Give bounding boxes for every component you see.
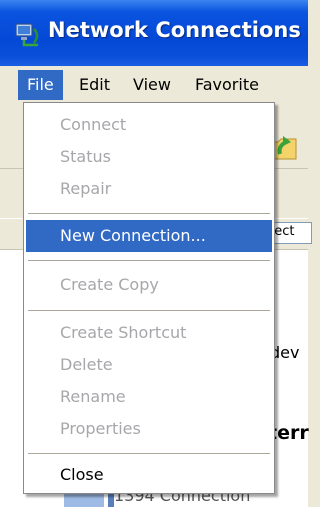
menu-separator [28, 310, 270, 311]
menu-item-properties[interactable]: Properties [26, 413, 272, 445]
menu-item-close[interactable]: Close [26, 459, 272, 491]
menu-bar: File Edit View Favorite [0, 66, 308, 105]
menu-separator [28, 453, 270, 454]
file-menu-dropdown: Connect Status Repair New Connection... … [23, 102, 275, 494]
menu-favorites[interactable]: Favorite [186, 70, 268, 100]
menu-item-create-shortcut[interactable]: Create Shortcut [26, 317, 272, 349]
window-title: Network Connections [48, 18, 301, 42]
menu-separator [28, 260, 270, 261]
menu-item-rename[interactable]: Rename [26, 381, 272, 413]
menu-edit[interactable]: Edit [70, 70, 119, 100]
menu-file[interactable]: File [18, 70, 63, 100]
menu-item-delete[interactable]: Delete [26, 349, 272, 381]
network-connections-icon [15, 23, 39, 47]
menu-separator [28, 213, 270, 214]
menu-view[interactable]: View [124, 70, 180, 100]
menu-item-repair[interactable]: Repair [26, 173, 272, 205]
menu-item-connect[interactable]: Connect [26, 109, 272, 141]
menu-item-create-copy[interactable]: Create Copy [26, 269, 272, 301]
menu-item-status[interactable]: Status [26, 141, 272, 173]
menu-item-new-connection[interactable]: New Connection... [26, 220, 272, 252]
title-bar[interactable]: Network Connections [0, 0, 308, 66]
